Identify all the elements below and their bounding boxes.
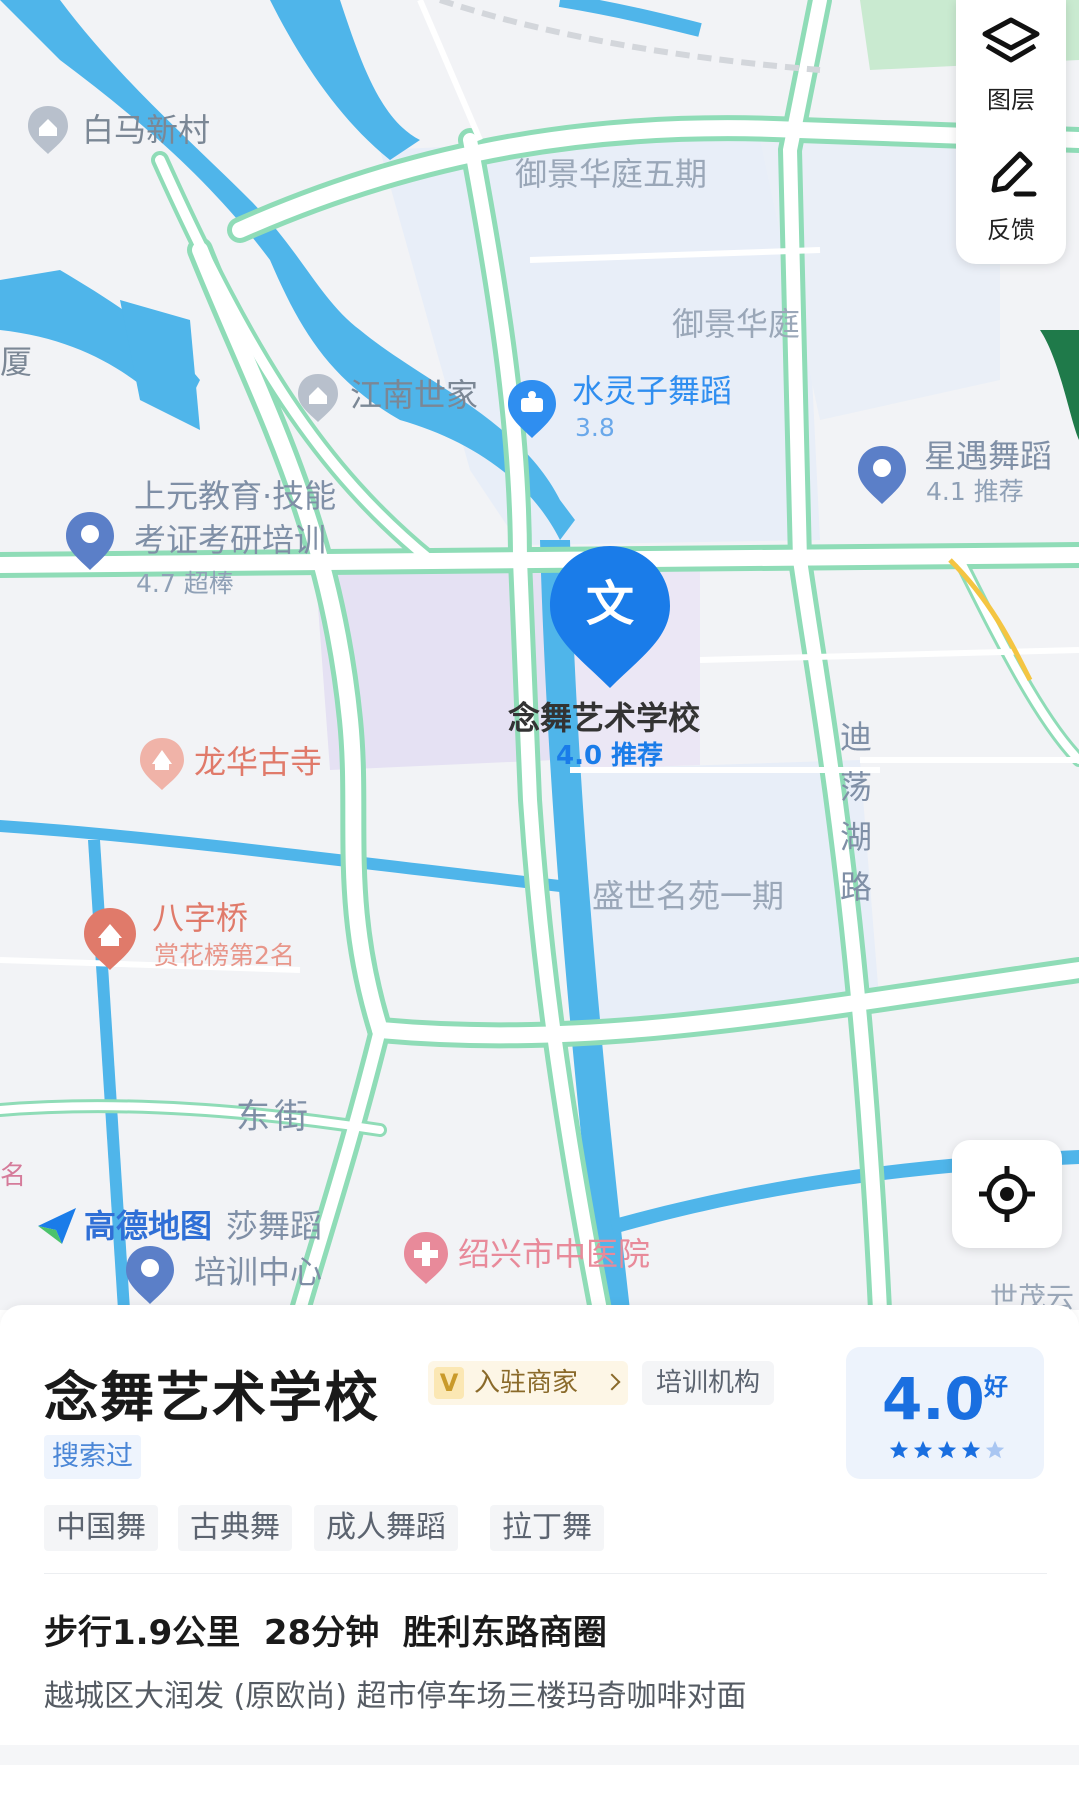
merchant-badge[interactable]: V 入驻商家 <box>428 1361 628 1405</box>
rating-value: 4.0 <box>882 1365 985 1433</box>
residential-pin-icon[interactable] <box>296 372 340 428</box>
distance-line: 步行1.9公里 28分钟 胜利东路商圈 <box>44 1613 607 1653</box>
layers-label: 图层 <box>987 86 1035 114</box>
map-base <box>0 0 1079 1310</box>
merchant-badge-label: 入驻商家 <box>474 1368 579 1398</box>
dance-pin-icon[interactable] <box>506 378 558 444</box>
pencil-icon <box>991 151 1037 197</box>
tag-latin-dance[interactable]: 拉丁舞 <box>490 1505 604 1551</box>
locate-button[interactable] <box>952 1140 1062 1248</box>
feedback-button[interactable]: 反馈 <box>956 142 1066 260</box>
star-filled-icon <box>937 1440 957 1459</box>
tag-adult-dance[interactable]: 成人舞蹈 <box>314 1505 458 1551</box>
label-jiangnan[interactable]: 江南世家 <box>350 377 478 414</box>
poi-title: 念舞艺术学校 <box>44 1366 380 1429</box>
layers-button[interactable]: 图层 <box>956 10 1066 128</box>
feedback-label: 反馈 <box>987 216 1035 244</box>
chevron-right-icon <box>603 1373 621 1391</box>
star-filled-icon <box>961 1440 981 1459</box>
star-filled-icon <box>889 1440 909 1459</box>
location-pin-icon[interactable] <box>856 444 908 510</box>
label-xingyu[interactable]: 星遇舞蹈 <box>924 438 1052 475</box>
label-shangyuan-2[interactable]: 考证考研培训 <box>134 522 326 559</box>
label-dongjie: 东街 <box>236 1097 312 1137</box>
label-shuilingzi[interactable]: 水灵子舞蹈 <box>572 373 732 410</box>
label-shengshi: 盛世名苑一期 <box>592 877 785 915</box>
amap-logo-text: 高德地图 <box>84 1207 213 1245</box>
searched-badge: 搜索过 <box>44 1435 141 1479</box>
panel-bottom-strip <box>0 1745 1079 1765</box>
map-view[interactable]: 白马新村 御景华庭五期 御景华庭 厦 江南世家 水灵子舞蹈 3.8 星遇舞蹈 4… <box>0 0 1079 1310</box>
label-main-poi-rating: 4.0 推荐 <box>556 741 664 771</box>
label-xia: 厦 <box>0 343 33 381</box>
residential-pin-icon[interactable] <box>26 104 70 160</box>
label-sha-1[interactable]: 莎舞蹈 <box>226 1208 322 1245</box>
label-xingyu-rating: 4.1 推荐 <box>926 477 1024 506</box>
bridge-pin-icon[interactable] <box>82 906 138 976</box>
map-controls: 图层 反馈 <box>956 0 1066 264</box>
locate-icon <box>979 1166 1035 1222</box>
hospital-pin-icon[interactable] <box>402 1230 450 1290</box>
temple-pin-icon[interactable] <box>138 736 186 796</box>
vip-v-icon: V <box>434 1367 464 1399</box>
label-yujing: 御景华庭 <box>672 305 801 343</box>
poi-detail-panel[interactable]: 念舞艺术学校 V 入驻商家 培训机构 搜索过 4.0 好 中国舞 古典舞 成人舞… <box>0 1305 1079 1804</box>
amap-logo-icon <box>36 1206 78 1250</box>
tag-chinese-dance[interactable]: 中国舞 <box>44 1505 158 1551</box>
label-shangyuan-rating: 4.7 超棒 <box>136 569 234 598</box>
rating-word: 好 <box>984 1373 1008 1401</box>
label-baima[interactable]: 白马新村 <box>82 112 210 149</box>
school-glyph-icon: 文 <box>585 576 634 632</box>
label-main-poi[interactable]: 念舞艺术学校 <box>508 700 700 737</box>
label-hospital[interactable]: 绍兴市中医院 <box>458 1236 650 1273</box>
selected-poi-pin[interactable]: 文 <box>546 542 674 696</box>
label-shuilingzi-rating: 3.8 <box>575 413 615 442</box>
star-filled-icon <box>913 1440 933 1459</box>
location-pin-icon[interactable] <box>124 1244 176 1310</box>
tag-classical-dance[interactable]: 古典舞 <box>178 1505 292 1551</box>
label-shangyuan-1[interactable]: 上元教育·技能 <box>134 478 336 515</box>
label-ming: 名 <box>0 1161 27 1191</box>
label-bazi-sub: 赏花榜第2名 <box>154 941 295 970</box>
category-badge: 培训机构 <box>642 1361 775 1405</box>
label-dihuhu-road: 迪荡湖路 <box>840 718 873 906</box>
divider <box>44 1573 1047 1574</box>
label-sha-2[interactable]: 培训中心 <box>194 1254 322 1291</box>
rating-card[interactable]: 4.0 好 <box>846 1347 1044 1479</box>
location-pin-icon[interactable] <box>64 510 116 576</box>
label-longhua[interactable]: 龙华古寺 <box>194 744 322 781</box>
label-bazi[interactable]: 八字桥 <box>152 900 248 937</box>
layers-icon <box>982 17 1040 63</box>
address-line[interactable]: 越城区大润发 (原欧尚) 超市停车场三楼玛奇咖啡对面 <box>44 1671 746 1715</box>
label-yujing5: 御景华庭五期 <box>515 155 708 193</box>
star-empty-icon <box>985 1440 1005 1459</box>
rating-stars <box>888 1439 1008 1461</box>
